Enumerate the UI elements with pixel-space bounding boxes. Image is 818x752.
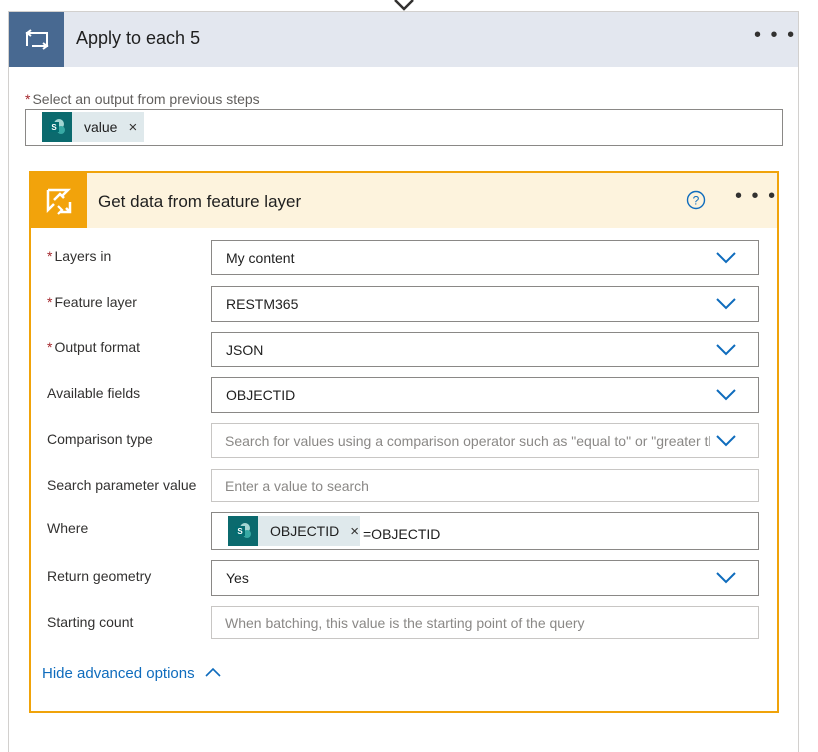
- required-mark: *: [25, 91, 31, 107]
- svg-text:?: ?: [693, 194, 700, 208]
- search-parameter-placeholder: Enter a value to search: [225, 477, 369, 494]
- hide-advanced-options-link[interactable]: Hide advanced options: [42, 665, 195, 682]
- where-expression-text: =OBJECTID: [363, 526, 441, 542]
- help-icon[interactable]: ?: [686, 190, 706, 210]
- select-output-field[interactable]: S value ×: [25, 109, 783, 146]
- where-label: Where: [47, 520, 89, 536]
- svg-text:S: S: [51, 123, 57, 132]
- where-input[interactable]: S OBJECTID × =OBJECTID: [211, 512, 759, 550]
- chevron-down-icon[interactable]: [716, 389, 736, 401]
- feature-layer-value: RESTM365: [226, 296, 299, 312]
- output-format-label-text: Output format: [54, 339, 141, 355]
- layers-in-value: My content: [226, 249, 295, 266]
- return-geometry-dropdown[interactable]: Yes: [211, 560, 759, 596]
- chevron-down-icon[interactable]: [716, 572, 736, 584]
- output-format-value: JSON: [226, 341, 264, 358]
- svg-text:S: S: [237, 527, 243, 536]
- chevron-down-icon[interactable]: [716, 251, 736, 264]
- layers-in-label-text: Layers in: [54, 248, 112, 264]
- search-parameter-label: Search parameter value: [47, 477, 197, 493]
- chevron-up-icon[interactable]: [205, 667, 221, 677]
- starting-count-placeholder: When batching, this value is the startin…: [225, 614, 585, 631]
- loop-more-options-icon[interactable]: • • •: [754, 24, 796, 47]
- starting-count-input[interactable]: When batching, this value is the startin…: [211, 606, 759, 639]
- loop-icon: [9, 12, 64, 67]
- starting-count-label: Starting count: [47, 614, 134, 630]
- available-fields-dropdown[interactable]: OBJECTID: [211, 377, 759, 413]
- available-fields-value: OBJECTID: [226, 387, 296, 403]
- output-format-dropdown[interactable]: JSON: [211, 332, 759, 367]
- available-fields-label: Available fields: [47, 385, 141, 401]
- value-token-remove-icon[interactable]: ×: [128, 119, 137, 136]
- objectid-token[interactable]: S OBJECTID ×: [228, 516, 360, 546]
- chevron-down-icon[interactable]: [716, 434, 736, 447]
- get-data-title: Get data from feature layer: [98, 192, 302, 211]
- return-geometry-label: Return geometry: [47, 568, 152, 584]
- comparison-type-label: Comparison type: [47, 431, 153, 447]
- value-token-label: value: [84, 119, 118, 135]
- sharepoint-icon: S: [42, 112, 72, 142]
- feature-layer-label: * Feature layer: [47, 294, 137, 310]
- select-output-label: * Select an output from previous steps: [25, 91, 260, 107]
- sharepoint-icon: S: [228, 516, 258, 546]
- apply-to-each-title: Apply to each 5: [76, 28, 201, 48]
- select-output-label-text: Select an output from previous steps: [32, 91, 260, 107]
- arcgis-icon: [31, 173, 87, 228]
- layers-in-dropdown[interactable]: My content: [211, 240, 759, 275]
- feature-layer-label-text: Feature layer: [54, 294, 137, 310]
- search-parameter-input[interactable]: Enter a value to search: [211, 469, 759, 502]
- output-format-label: * Output format: [47, 339, 140, 355]
- objectid-token-label: OBJECTID: [270, 523, 340, 539]
- action-more-options-icon[interactable]: • • •: [735, 185, 777, 208]
- chevron-down-icon[interactable]: [716, 298, 736, 310]
- layers-in-label: * Layers in: [47, 248, 111, 264]
- return-geometry-value: Yes: [226, 570, 249, 586]
- objectid-token-remove-icon[interactable]: ×: [350, 523, 359, 540]
- comparison-type-dropdown[interactable]: Search for values using a comparison ope…: [211, 423, 759, 458]
- chevron-down-icon[interactable]: [716, 343, 736, 356]
- value-token[interactable]: S value ×: [42, 112, 144, 142]
- required-mark: *: [47, 339, 53, 355]
- required-mark: *: [47, 294, 53, 310]
- comparison-type-placeholder: Search for values using a comparison ope…: [225, 432, 710, 449]
- required-mark: *: [47, 248, 53, 264]
- feature-layer-dropdown[interactable]: RESTM365: [211, 286, 759, 322]
